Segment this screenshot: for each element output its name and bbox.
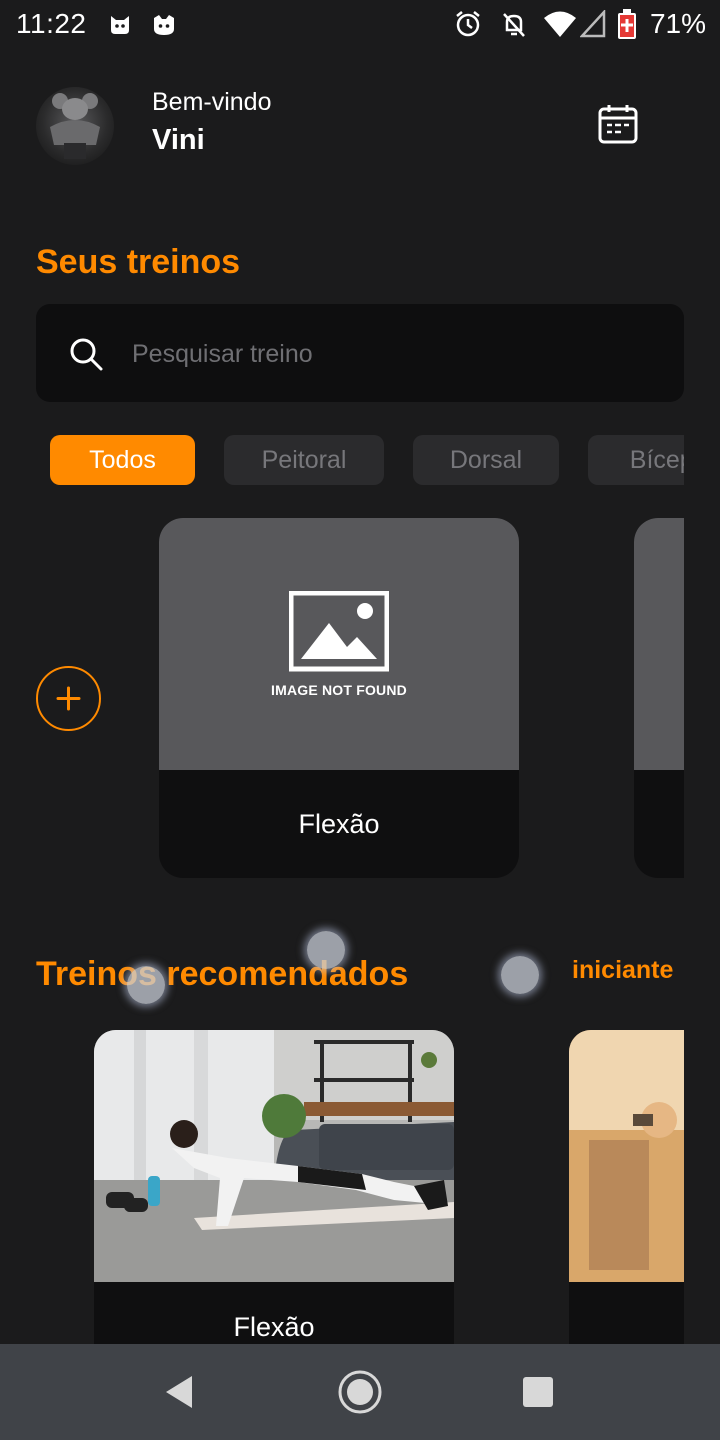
wifi-icon [544,11,576,37]
cat-notification-icon [154,15,174,35]
recommended-card[interactable]: Flexão [94,1030,454,1344]
pushup-photo [94,1030,454,1282]
calendar-icon [598,105,638,144]
status-bar: 11:22 71% [0,0,720,52]
workout-card[interactable]: IMAGE NOT FOUND Flexão [159,518,519,878]
touch-indicator [501,956,539,994]
search-input[interactable] [130,329,654,379]
battery-icon [618,9,636,39]
recommended-carousel[interactable]: Flexão [36,1030,684,1344]
home-button[interactable] [338,1370,382,1414]
alarm-icon [456,11,480,37]
touch-indicator [307,931,345,969]
status-time: 11:22 [16,8,87,39]
category-filter-chips: Todos Peitoral Dorsal Bíceps [36,435,684,485]
recommended-section-title: Treinos recomendados [36,955,409,993]
workout-cards-carousel[interactable]: IMAGE NOT FOUND Flexão [36,518,684,878]
chip-biceps[interactable]: Bíceps [588,435,684,485]
recents-icon [523,1377,553,1407]
chip-todos[interactable]: Todos [50,435,195,485]
workout-card[interactable] [634,518,684,878]
recommended-card[interactable] [569,1030,684,1344]
battery-percentage: 71% [649,8,706,39]
touch-indicator [127,966,165,1004]
workout-image-placeholder [634,518,684,770]
avatar[interactable] [36,87,114,165]
user-name: Vini [152,124,205,156]
home-icon [338,1370,382,1414]
search-icon [70,338,103,371]
dumbbell-photo [569,1030,684,1282]
signal-icon [580,10,606,38]
calendar-button[interactable] [596,103,640,147]
workout-image-placeholder: IMAGE NOT FOUND [159,518,519,770]
welcome-label: Bem-vindo [152,88,272,116]
back-icon [166,1376,192,1408]
level-filter[interactable]: iniciante [572,956,673,985]
recommended-card-name: Flexão [233,1312,315,1342]
image-placeholder-icon [289,591,389,672]
notifications-off-icon [503,13,525,37]
recents-button[interactable] [516,1370,560,1414]
chip-dorsal[interactable]: Dorsal [413,435,559,485]
workout-card-name: Flexão [298,809,380,839]
chip-peitoral[interactable]: Peitoral [224,435,384,485]
workouts-section-title: Seus treinos [36,243,241,281]
image-not-found-caption: IMAGE NOT FOUND [271,682,407,698]
back-button[interactable] [158,1370,202,1414]
cat-notification-icon [111,16,129,34]
